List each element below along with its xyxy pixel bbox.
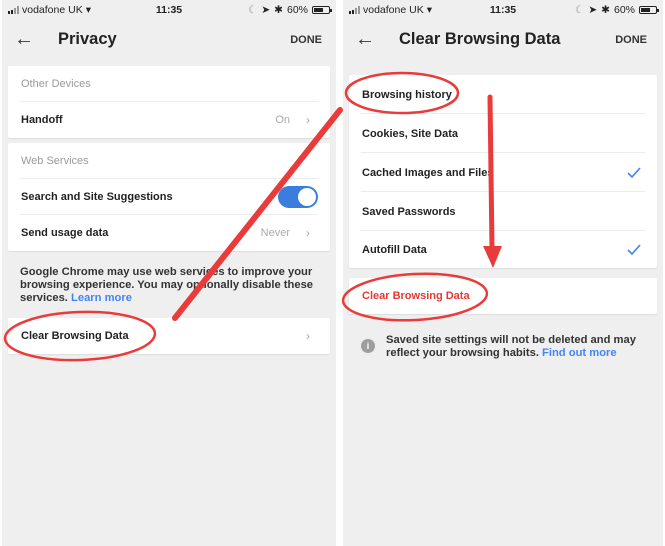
bluetooth-icon: ✱ [601,4,610,16]
chevron-right-icon: › [306,113,310,127]
back-arrow-icon[interactable]: ← [355,28,375,51]
status-bar: vodafone UK ▾ 11:35 ☾ ➤ ✱ 60% [343,0,663,20]
done-button[interactable]: DONE [615,34,647,46]
privacy-screen: vodafone UK ▾ 11:35 ☾ ➤ ✱ 60% ← Privacy … [2,0,336,546]
location-icon: ➤ [261,4,271,16]
toggle-knob [298,188,316,206]
handoff-value: On [275,114,290,126]
clear-browsing-data-screen: vodafone UK ▾ 11:35 ☾ ➤ ✱ 60% ← Clear Br… [343,0,663,546]
battery-percent: 60% [613,4,635,16]
footer-note: Saved site settings will not be deleted … [386,334,643,360]
clear-browsing-data-label: Clear Browsing Data [362,290,470,302]
info-icon: i [361,339,375,353]
moon-icon: ☾ [574,4,585,16]
page-title: Privacy [58,30,117,48]
clear-browsing-data-label: Clear Browsing Data [21,330,129,342]
page-title: Clear Browsing Data [399,30,561,48]
clear-browsing-data-row[interactable]: Clear Browsing Data › [8,318,330,354]
web-services-card: Web Services Search and Site Suggestions… [8,143,330,251]
moon-icon: ☾ [247,4,258,16]
data-type-label: Cookies, Site Data [362,127,458,140]
battery-icon [312,6,332,14]
back-arrow-icon[interactable]: ← [14,28,34,51]
data-types-card: Browsing history Cookies, Site Data Cach… [349,75,657,268]
data-type-label: Cached Images and Files [362,166,494,179]
status-right: ☾ ➤ ✱ 60% [574,4,659,16]
nav-bar: ← Clear Browsing Data DONE [343,22,663,58]
handoff-row[interactable]: Handoff On › [8,102,330,138]
done-button[interactable]: DONE [290,34,322,46]
other-devices-card: Other Devices Handoff On › [8,66,330,138]
web-services-description: Google Chrome may use web services to im… [20,266,316,305]
nav-bar: ← Privacy DONE [2,22,336,58]
section-header-other-devices: Other Devices [8,66,330,102]
chevron-right-icon: › [306,226,310,240]
data-type-label: Autofill Data [362,243,427,256]
handoff-label: Handoff [21,114,63,126]
clear-browsing-data-button[interactable]: Clear Browsing Data [349,278,657,314]
description-text: Google Chrome may use web services to im… [20,266,314,304]
search-suggestions-row: Search and Site Suggestions [8,179,330,215]
status-bar: vodafone UK ▾ 11:35 ☾ ➤ ✱ 60% [2,0,336,20]
data-type-row[interactable]: Saved Passwords [349,192,657,231]
data-type-row[interactable]: Autofill Data [349,231,657,268]
find-out-more-link[interactable]: Find out more [542,347,617,359]
data-type-row[interactable]: Browsing history [349,75,657,114]
battery-icon [639,6,659,14]
data-type-row[interactable]: Cookies, Site Data [349,114,657,153]
data-type-row[interactable]: Cached Images and Files [349,153,657,192]
checkmark-icon [627,243,641,255]
send-usage-value: Never [260,227,290,239]
section-header-web-services: Web Services [8,143,330,179]
location-icon: ➤ [588,4,598,16]
search-suggestions-toggle[interactable] [278,186,318,208]
bluetooth-icon: ✱ [274,4,283,16]
data-type-label: Saved Passwords [362,205,456,218]
learn-more-link[interactable]: Learn more [71,292,132,304]
chevron-right-icon: › [306,329,310,343]
status-right: ☾ ➤ ✱ 60% [247,4,332,16]
battery-percent: 60% [286,4,308,16]
checkmark-icon [627,166,641,178]
search-suggestions-label: Search and Site Suggestions [21,191,173,203]
send-usage-row[interactable]: Send usage data Never › [8,215,330,251]
send-usage-label: Send usage data [21,227,109,239]
data-type-label: Browsing history [362,88,452,101]
clear-button-card: Clear Browsing Data [349,278,657,314]
clear-browsing-card: Clear Browsing Data › [8,318,330,354]
